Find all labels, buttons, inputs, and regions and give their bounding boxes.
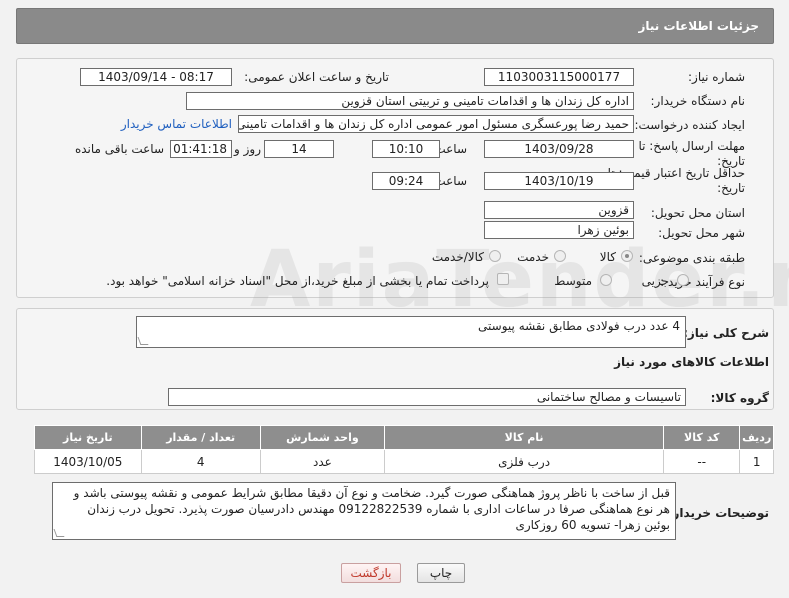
requester-field: حمید رضا پورعسگری مسئول امور عمومی اداره… [238, 115, 634, 133]
need-number-field: 1103003115000177 [484, 68, 634, 86]
category-goods-radio[interactable] [621, 250, 633, 262]
buyer-contact-link[interactable]: اطلاعات تماس خریدار [121, 117, 232, 131]
row-need-date: 1403/10/05 [34, 449, 142, 474]
validity-time-field: 09:24 [372, 172, 440, 190]
col-need-date: تاریخ نیاز [34, 425, 142, 450]
goods-group-field: تاسیسات و مصالح ساختمانی [168, 388, 686, 406]
print-button[interactable]: چاپ [417, 563, 465, 583]
remaining-time-label: ساعت باقی مانده [74, 142, 164, 156]
table-row: 1 -- درب فلزی عدد 4 1403/10/05 [34, 449, 774, 474]
category-goods-label: کالا [599, 250, 616, 264]
row-quantity: 4 [140, 449, 261, 474]
page-title: جزئیات اطلاعات نیاز [638, 19, 759, 33]
col-code: کد کالا [663, 425, 741, 450]
col-quantity: تعداد / مقدار [140, 425, 261, 450]
category-label: طبقه بندی موضوعی: [638, 251, 745, 265]
category-service-radio[interactable] [554, 250, 566, 262]
remaining-time-field: 01:41:18 [170, 140, 232, 158]
treasury-text: پرداخت تمام یا بخشی از مبلغ خرید،از محل … [106, 274, 489, 288]
process-medium-label: متوسط [554, 274, 592, 288]
category-service-label: خدمت [517, 250, 549, 264]
category-goods-service-radio[interactable] [489, 250, 501, 262]
province-label: استان محل تحویل: [650, 206, 745, 220]
reply-date-field: 1403/09/28 [484, 140, 634, 158]
city-label: شهر محل تحویل: [658, 226, 745, 240]
row-unit: عدد [259, 449, 386, 474]
buyer-org-label: نام دستگاه خریدار: [650, 94, 746, 108]
col-unit: واحد شمارش [259, 425, 386, 450]
buyer-notes-textarea: قبل از ساخت با ناظر پروژ هماهنگی صورت گی… [52, 482, 676, 540]
resize-handle[interactable] [137, 337, 149, 345]
goods-group-label: گروه کالا: [710, 391, 769, 405]
col-row: ردیف [739, 425, 774, 450]
page-header: جزئیات اطلاعات نیاز [16, 8, 774, 44]
price-validity-date-label: تاریخ: [717, 181, 745, 195]
treasury-checkbox[interactable] [497, 273, 509, 285]
goods-table: ردیف کد کالا نام کالا واحد شمارش تعداد /… [34, 425, 774, 474]
process-medium-radio[interactable] [600, 274, 612, 286]
days-remaining-field: 14 [264, 140, 334, 158]
city-field: بوئین زهرا [484, 221, 634, 239]
buyer-org-field: اداره کل زندان ها و اقدامات تامینی و ترب… [186, 92, 634, 110]
announce-datetime-field: 1403/09/14 - 08:17 [80, 68, 232, 86]
buyer-notes-label: توضیحات خریدار: [667, 506, 769, 520]
process-type-label: نوع فرآیند خرید : [660, 275, 745, 289]
reply-time-field: 10:10 [372, 140, 440, 158]
process-minor-radio[interactable] [677, 274, 689, 286]
row-name: درب فلزی [384, 449, 665, 474]
summary-label: شرح کلی نیاز: [683, 326, 769, 340]
category-goods-service-label: کالا/خدمت [431, 250, 484, 264]
province-field: قزوین [484, 201, 634, 219]
announce-datetime-label: تاریخ و ساعت اعلان عمومی: [244, 70, 389, 84]
need-number-label: شماره نیاز: [688, 70, 745, 84]
days-label: روز و [234, 142, 261, 156]
reply-deadline-label: مهلت ارسال پاسخ: تا [638, 139, 745, 153]
goods-table-header: ردیف کد کالا نام کالا واحد شمارش تعداد /… [34, 425, 774, 450]
back-button[interactable]: بازگشت [341, 563, 401, 583]
validity-date-field: 1403/10/19 [484, 172, 634, 190]
col-name: نام کالا [384, 425, 665, 450]
row-code: -- [663, 449, 741, 474]
resize-handle[interactable] [53, 529, 65, 537]
summary-textarea: 4 عدد درب فولادی مطابق نقشه پیوستی [136, 316, 686, 348]
row-number: 1 [739, 449, 774, 474]
requester-label: ایجاد کننده درخواست: [634, 118, 745, 132]
goods-section-title: اطلاعات کالاهای مورد نیاز [614, 355, 769, 369]
process-minor-label: جزیی [641, 274, 669, 288]
